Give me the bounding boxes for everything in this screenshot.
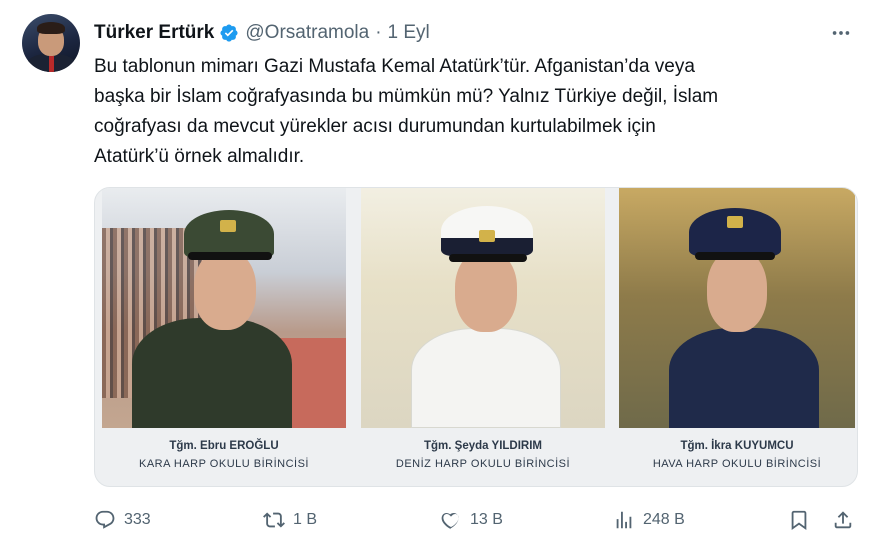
views-count: 248 B	[643, 511, 685, 528]
bookmark-icon	[788, 509, 810, 531]
tweet-text-line: coğrafyası da mevcut yürekler acısı duru…	[94, 116, 656, 137]
tweet-text-line: Atatürk’ü örnek almalıdır.	[94, 146, 305, 167]
bookmark-button[interactable]	[788, 505, 810, 535]
reply-count: 333	[124, 511, 151, 528]
share-icon	[832, 509, 854, 531]
views-button[interactable]: 248 B	[613, 505, 685, 535]
caption-name: Tğm. Ebru EROĞLU	[169, 440, 279, 452]
share-button[interactable]	[832, 505, 854, 535]
tweet-actions-bar: 333 1 B 13 B 248 B	[94, 505, 860, 535]
retweet-button[interactable]: 1 B	[263, 505, 317, 535]
like-button[interactable]: 13 B	[440, 505, 503, 535]
uniform-army	[132, 318, 292, 428]
photo-panel-airforce	[619, 188, 855, 428]
caption-navy: Tğm. Şeyda YILDIRIM DENİZ HARP OKULU BİR…	[361, 430, 605, 470]
tweet-text-line: başka bir İslam coğrafyasında bu mümkün …	[94, 86, 719, 107]
photo-panel-army	[102, 188, 346, 428]
author-handle[interactable]: @Orsatramola	[245, 22, 369, 44]
face-airforce	[707, 250, 767, 332]
caption-school: KARA HARP OKULU BİRİNCİSİ	[138, 458, 309, 470]
reply-icon	[94, 509, 116, 531]
retweet-icon	[263, 509, 285, 531]
avatar[interactable]	[22, 14, 80, 72]
author-name[interactable]: Türker Ertürk	[94, 22, 214, 44]
caption-name: Tğm. İkra KUYUMCU	[680, 440, 794, 452]
uniform-navy	[411, 328, 561, 428]
face-navy	[455, 250, 517, 332]
tweet-text-line: Bu tablonun mimarı Gazi Mustafa Kemal At…	[94, 56, 695, 77]
avatar-hair	[37, 22, 65, 34]
tweet-time[interactable]: 1 Eyl	[388, 22, 430, 44]
caption-name: Tğm. Şeyda YILDIRIM	[423, 440, 542, 452]
separator-dot: ·	[375, 22, 382, 43]
caption-school: HAVA HARP OKULU BİRİNCİSİ	[652, 458, 822, 470]
cap-badge-airforce	[727, 216, 743, 228]
tweet-header: Türker Ertürk @Orsatramola · 1 Eyl	[94, 20, 430, 46]
like-count: 13 B	[470, 511, 503, 528]
caption-school: DENİZ HARP OKULU BİRİNCİSİ	[395, 458, 571, 470]
heart-icon	[440, 509, 462, 531]
cap-brim-navy	[449, 254, 527, 262]
uniform-airforce	[669, 328, 819, 428]
cap-brim-army	[188, 252, 272, 260]
cap-army	[184, 210, 274, 258]
reply-button[interactable]: 333	[94, 505, 151, 535]
caption-airforce: Tğm. İkra KUYUMCU HAVA HARP OKULU BİRİNC…	[619, 430, 855, 470]
caption-army: Tğm. Ebru EROĞLU KARA HARP OKULU BİRİNCİ…	[102, 430, 346, 470]
more-icon[interactable]	[826, 22, 856, 44]
cap-badge-army	[220, 220, 236, 232]
verified-badge-icon[interactable]	[219, 23, 239, 43]
avatar-tie	[49, 56, 54, 72]
retweet-count: 1 B	[293, 511, 318, 528]
views-icon	[613, 509, 635, 531]
cap-badge-navy	[479, 230, 495, 242]
tweet-text: Bu tablonun mimarı Gazi Mustafa Kemal At…	[94, 52, 854, 172]
face-army	[194, 250, 256, 330]
cap-brim-airforce	[695, 252, 775, 260]
tweet-media-image[interactable]: Tğm. Ebru EROĞLU KARA HARP OKULU BİRİNCİ…	[94, 187, 858, 487]
photo-panel-navy	[361, 188, 605, 428]
